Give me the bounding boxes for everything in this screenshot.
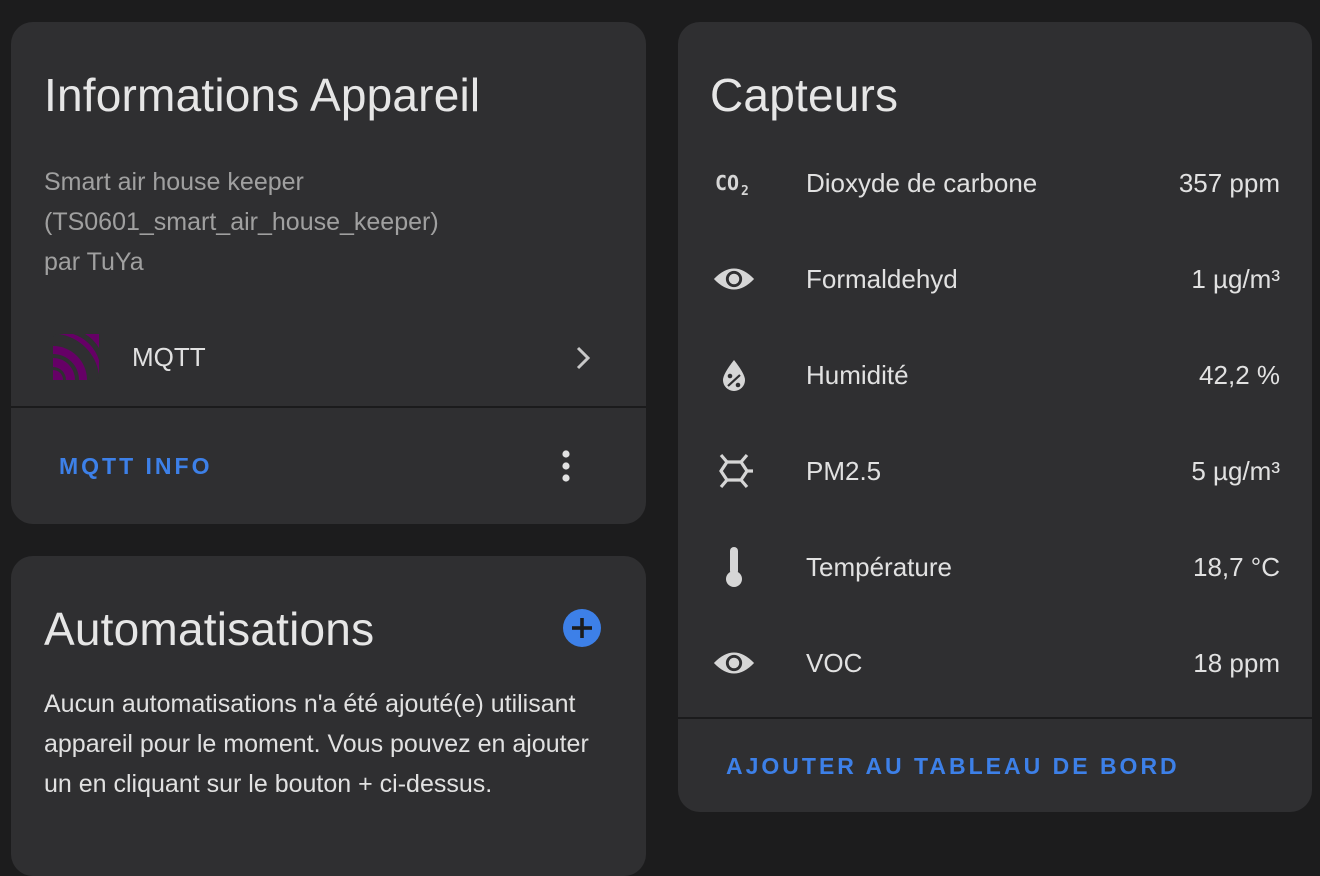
thermometer-icon xyxy=(712,547,756,587)
sensor-name: PM2.5 xyxy=(806,456,882,486)
add-to-dashboard-button[interactable]: AJOUTER AU TABLEAU DE BORD xyxy=(726,753,1180,780)
device-manufacturer: par TuYa xyxy=(44,248,144,276)
co2-icon: CO 2 xyxy=(712,165,756,201)
sensor-value: 5 µg/m³ xyxy=(1191,456,1280,486)
automations-empty-text: Aucun automatisations n'a été ajouté(e) … xyxy=(44,690,589,798)
integration-row-mqtt[interactable]: MQTT xyxy=(11,320,646,400)
device-info-card: Informations Appareil Smart air house ke… xyxy=(11,22,646,524)
device-description: Smart air house keeper (TS0601_smart_air… xyxy=(44,162,439,282)
sensor-name: VOC xyxy=(806,648,863,678)
sensor-row-pm25[interactable]: PM2.5 5 µg/m³ xyxy=(678,423,1312,519)
sensor-row-co2[interactable]: CO 2 Dioxyde de carbone 357 ppm xyxy=(678,135,1312,231)
sensor-name: Dioxyde de carbone xyxy=(806,168,1038,198)
svg-text:CO: CO xyxy=(715,171,739,195)
sensors-title: Capteurs xyxy=(710,69,899,121)
sensor-name: Formaldehyd xyxy=(806,264,958,294)
device-model: Smart air house keeper xyxy=(44,168,304,196)
sensor-value: 1 µg/m³ xyxy=(1191,264,1280,294)
sensor-value: 357 ppm xyxy=(1178,168,1280,198)
sensor-value: 18,7 °C xyxy=(1192,552,1280,582)
sensor-value: 18 ppm xyxy=(1193,648,1280,678)
mqtt-icon xyxy=(53,334,99,380)
mqtt-info-button[interactable]: MQTT INFO xyxy=(59,453,212,480)
dots-vertical-icon[interactable] xyxy=(551,446,581,486)
automations-card: Automatisations Aucun automatisations n'… xyxy=(11,556,646,876)
integration-label: MQTT xyxy=(132,342,206,372)
device-info-title: Informations Appareil xyxy=(44,69,481,121)
sensor-row-humidity[interactable]: Humidité 42,2 % xyxy=(678,327,1312,423)
plus-circle-icon[interactable] xyxy=(562,608,602,648)
molecule-icon xyxy=(712,453,756,489)
sensor-value: 42,2 % xyxy=(1199,360,1280,390)
sensor-row-temperature[interactable]: Température 18,7 °C xyxy=(678,519,1312,615)
eye-icon xyxy=(712,645,756,681)
device-model-id: (TS0601_smart_air_house_keeper) xyxy=(44,208,439,236)
eye-icon xyxy=(712,261,756,297)
sensors-card: Capteurs CO 2 Dioxyde de carbone 357 ppm… xyxy=(678,22,1312,812)
sensor-row-voc[interactable]: VOC 18 ppm xyxy=(678,615,1312,711)
sensor-name: Humidité xyxy=(806,360,909,390)
sensor-row-formaldehyd[interactable]: Formaldehyd 1 µg/m³ xyxy=(678,231,1312,327)
card-divider xyxy=(678,717,1312,719)
automations-title: Automatisations xyxy=(44,603,375,655)
svg-text:2: 2 xyxy=(741,184,749,198)
chevron-right-icon xyxy=(576,346,591,370)
card-divider xyxy=(11,406,646,408)
sensor-name: Température xyxy=(806,552,952,582)
water-percent-icon xyxy=(712,357,756,393)
